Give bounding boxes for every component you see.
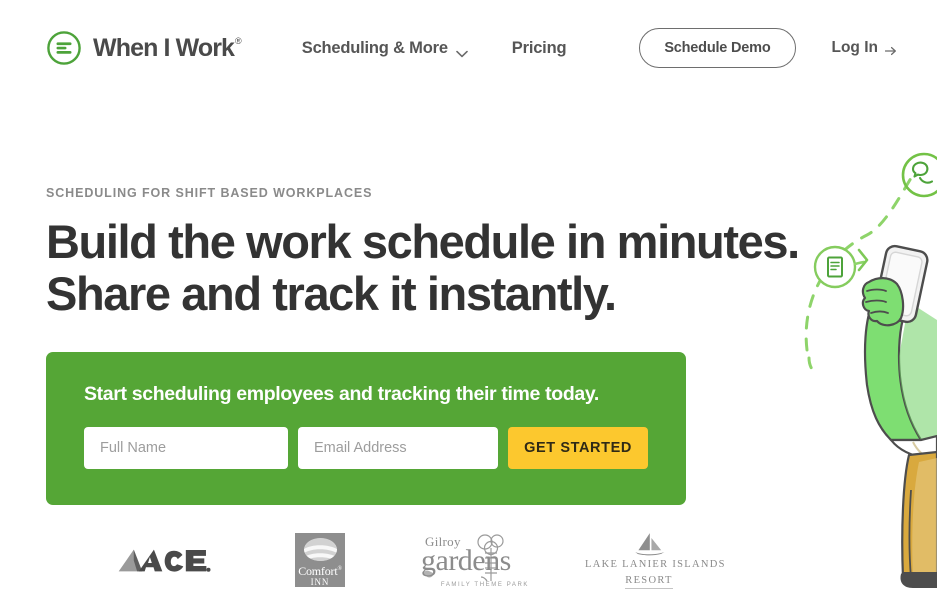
signup-cta-card: Start scheduling employees and tracking … xyxy=(46,352,686,505)
headline-line-1: Build the work schedule in minutes. xyxy=(46,215,800,268)
ace-logo-icon xyxy=(117,546,211,575)
site-header: When I Work® Scheduling & More Pricing S… xyxy=(0,0,937,96)
hero-eyebrow: SCHEDULING FOR SHIFT BASED WORKPLACES xyxy=(46,186,373,200)
comfort-inn-sub: INN xyxy=(310,577,330,587)
comfort-trademark: ® xyxy=(337,566,342,572)
header-actions: Schedule Demo Log In xyxy=(639,28,901,68)
log-in-link[interactable]: Log In xyxy=(832,39,902,57)
comfort-inn-logo-icon: Comfort® INN xyxy=(295,533,345,587)
schedule-demo-button[interactable]: Schedule Demo xyxy=(639,28,796,68)
lake-lanier-line-2: RESORT xyxy=(625,575,673,589)
when-i-work-mark-icon xyxy=(46,30,82,66)
brand-trademark: ® xyxy=(235,36,242,47)
nav-item-label: Pricing xyxy=(511,38,567,57)
lake-lanier-logo-icon: LAKE LANIER ISLANDS RESORT xyxy=(585,532,726,589)
comfort-word-text: Comfort xyxy=(298,564,338,578)
lake-lanier-line-1: LAKE LANIER ISLANDS xyxy=(585,558,726,570)
nav-item-scheduling-and-more[interactable]: Scheduling & More xyxy=(302,39,468,58)
nav-item-pricing[interactable]: Pricing xyxy=(512,39,567,58)
email-address-input[interactable] xyxy=(298,427,498,469)
get-started-button[interactable]: GET STARTED xyxy=(508,427,648,469)
logo-lake-lanier-islands: LAKE LANIER ISLANDS RESORT xyxy=(554,525,744,591)
customer-logo-strip: Comfort® INN Gilroy gardens FAMILY THEME… xyxy=(46,525,937,591)
headline-line-2: Share and track it instantly. xyxy=(46,267,617,320)
brand-name-text: When I Work xyxy=(93,33,235,62)
brand-logo[interactable]: When I Work® xyxy=(46,30,242,66)
hero-section: SCHEDULING FOR SHIFT BASED WORKPLACES Bu… xyxy=(0,186,937,591)
full-name-input[interactable] xyxy=(84,427,288,469)
nav-item-label: Scheduling & More xyxy=(301,38,448,57)
gilroy-gardens-logo-icon: Gilroy gardens FAMILY THEME PARK xyxy=(421,531,531,589)
log-in-label: Log In xyxy=(831,39,879,56)
logo-ace xyxy=(86,525,242,591)
gardens-word: gardens xyxy=(421,544,511,577)
comfort-inn-globe-icon xyxy=(303,538,337,561)
signup-form: GET STARTED xyxy=(84,427,648,469)
arrow-right-icon xyxy=(884,43,897,56)
page-title: Build the work schedule in minutes. Shar… xyxy=(46,216,806,320)
cta-title: Start scheduling employees and tracking … xyxy=(84,383,599,405)
chevron-down-icon xyxy=(455,44,468,58)
logo-comfort-inn: Comfort® INN xyxy=(242,525,398,591)
main-nav: Scheduling & More Pricing xyxy=(302,39,567,58)
brand-name: When I Work® xyxy=(93,33,242,63)
logo-gilroy-gardens: Gilroy gardens FAMILY THEME PARK xyxy=(398,525,554,591)
comfort-inn-word: Comfort® xyxy=(298,563,342,577)
gilroy-tagline: FAMILY THEME PARK xyxy=(440,582,529,588)
